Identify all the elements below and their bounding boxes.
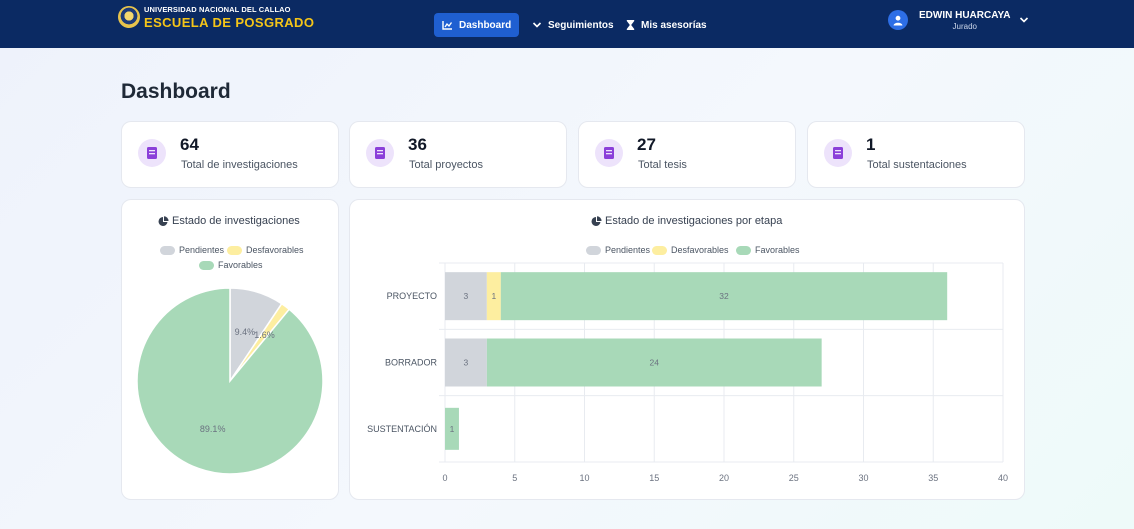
x-tick-label: 35 [928,473,938,483]
stat-label: Total tesis [638,159,687,171]
stat-value: 27 [637,135,656,154]
stat-value: 64 [180,135,199,154]
stat-card-investigaciones: 64 Total de investigaciones [121,121,339,188]
university-seal-icon [118,6,140,29]
bar-value-label: 1 [491,291,496,301]
brand-school-name: ESCUELA DE POSGRADO [144,14,315,30]
stat-value: 36 [408,135,427,154]
user-menu[interactable]: EDWIN HUARCAYA Jurado [888,10,1029,31]
book-icon [138,139,166,167]
pie-chart: 9.4% 1.6% 89.1% [136,287,324,475]
brand-logo-link[interactable]: UNIVERSIDAD NACIONAL DEL CALLAO ESCUELA … [118,6,314,29]
user-role: Jurado [952,21,977,31]
x-tick-label: 25 [789,473,799,483]
user-avatar-icon [888,10,908,31]
stat-label: Total sustentaciones [867,159,967,171]
brand-university-name: UNIVERSIDAD NACIONAL DEL CALLAO [144,5,291,14]
nav-mis-asesorias-label: Mis asesorías [641,19,707,31]
bar-value-label: 3 [464,291,469,301]
stacked-bar-chart: 0 5 10 15 20 25 30 35 40 PROYECTO 3 1 32 BORRADOR 3 24 S… [367,262,1008,483]
bar-chart-card: Estado de investigaciones por etapa Pend… [349,199,1025,500]
x-tick-label: 30 [858,473,868,483]
nav-mis-asesorias[interactable]: Mis asesorías [618,13,715,37]
chart-line-icon [442,21,453,30]
x-tick-label: 10 [579,473,589,483]
bar-value-label: 24 [650,358,660,368]
stat-label: Total proyectos [409,159,483,171]
bar-value-label: 32 [719,291,729,301]
x-tick-label: 5 [512,473,517,483]
pie-slice-favorables[interactable] [136,287,324,475]
bar-value-label: 1 [450,424,455,434]
x-tick-label: 0 [442,473,447,483]
book-icon [595,139,623,167]
y-category-label: BORRADOR [385,358,438,368]
stat-card-sustentaciones: 1 Total sustentaciones [807,121,1025,188]
user-name: EDWIN HUARCAYA [919,10,1011,21]
nav-dashboard[interactable]: Dashboard [434,13,520,37]
nav-seguimientos-label: Seguimientos [548,19,614,31]
book-icon [366,139,394,167]
nav-seguimientos[interactable]: Seguimientos [524,13,622,37]
bar-value-label: 3 [464,358,469,368]
y-category-label: PROYECTO [387,291,437,301]
hourglass-icon [626,20,635,30]
page-title: Dashboard [121,80,231,103]
y-category-label: SUSTENTACIÓN [367,424,437,434]
pie-value-label: 9.4% [235,327,256,337]
x-tick-label: 40 [998,473,1008,483]
pie-value-label: 1.6% [254,330,275,340]
stat-card-tesis: 27 Total tesis [578,121,796,188]
chevron-down-icon [1019,17,1028,23]
top-navbar: UNIVERSIDAD NACIONAL DEL CALLAO ESCUELA … [0,0,1134,48]
nav-dashboard-label: Dashboard [459,19,512,31]
x-tick-label: 20 [719,473,729,483]
chevron-down-icon [532,22,542,28]
stat-value: 1 [866,135,876,154]
pie-chart-card: Estado de investigaciones Pendientes Des… [121,199,339,500]
stat-label: Total de investigaciones [181,159,298,171]
pie-value-label: 89.1% [200,424,226,434]
book-icon [824,139,852,167]
stat-card-proyectos: 36 Total proyectos [349,121,567,188]
x-tick-label: 15 [649,473,659,483]
